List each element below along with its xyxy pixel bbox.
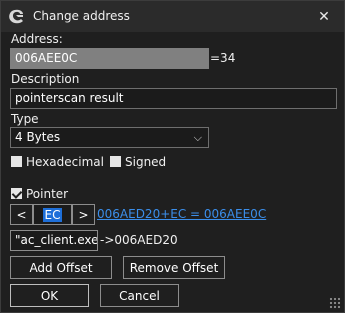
pointer-checkbox[interactable] <box>11 188 22 199</box>
ok-button[interactable]: OK <box>10 284 89 307</box>
offset-result-link[interactable]: 006AED20+EC = 006AEE0C <box>97 207 266 221</box>
add-offset-button[interactable]: Add Offset <box>10 256 112 279</box>
address-input[interactable]: 006AEE0C <box>10 48 209 69</box>
change-address-dialog: Change address ✕ Address: 006AEE0C =34 D… <box>0 0 345 313</box>
cancel-button[interactable]: Cancel <box>100 284 179 307</box>
type-dropdown[interactable]: 4 Bytes ⌵ <box>10 127 209 148</box>
resize-grip-icon[interactable] <box>329 297 341 309</box>
hexadecimal-label: Hexadecimal <box>26 155 104 169</box>
type-label: Type <box>11 112 39 126</box>
offset-input[interactable]: EC <box>33 204 72 225</box>
remove-offset-button[interactable]: Remove Offset <box>123 256 225 279</box>
offset-next-button[interactable]: > <box>72 204 95 225</box>
pointer-label: Pointer <box>26 187 69 201</box>
description-input[interactable]: pointerscan result <box>10 88 337 109</box>
address-label: Address: <box>11 32 63 46</box>
hexadecimal-checkbox[interactable] <box>11 156 22 167</box>
address-value-readout: =34 <box>210 51 236 65</box>
signed-checkbox[interactable] <box>110 156 121 167</box>
chevron-down-icon: ⌵ <box>193 131 202 144</box>
type-selected-value: 4 Bytes <box>15 130 61 144</box>
base-address-input[interactable]: "ac_client.exe"+ <box>10 230 98 251</box>
description-label: Description <box>11 72 80 86</box>
offset-prev-button[interactable]: < <box>10 204 33 225</box>
cheat-engine-icon <box>9 9 23 24</box>
signed-label: Signed <box>125 155 167 169</box>
title-bar[interactable]: Change address ✕ <box>1 1 344 32</box>
chevron-right-icon: > <box>78 207 89 222</box>
window-title: Change address <box>33 9 130 23</box>
close-button[interactable]: ✕ <box>304 1 344 32</box>
close-icon: ✕ <box>318 8 330 25</box>
offset-value: EC <box>42 207 63 222</box>
chevron-left-icon: < <box>16 207 27 222</box>
base-address-result: ->006AED20 <box>100 233 178 247</box>
